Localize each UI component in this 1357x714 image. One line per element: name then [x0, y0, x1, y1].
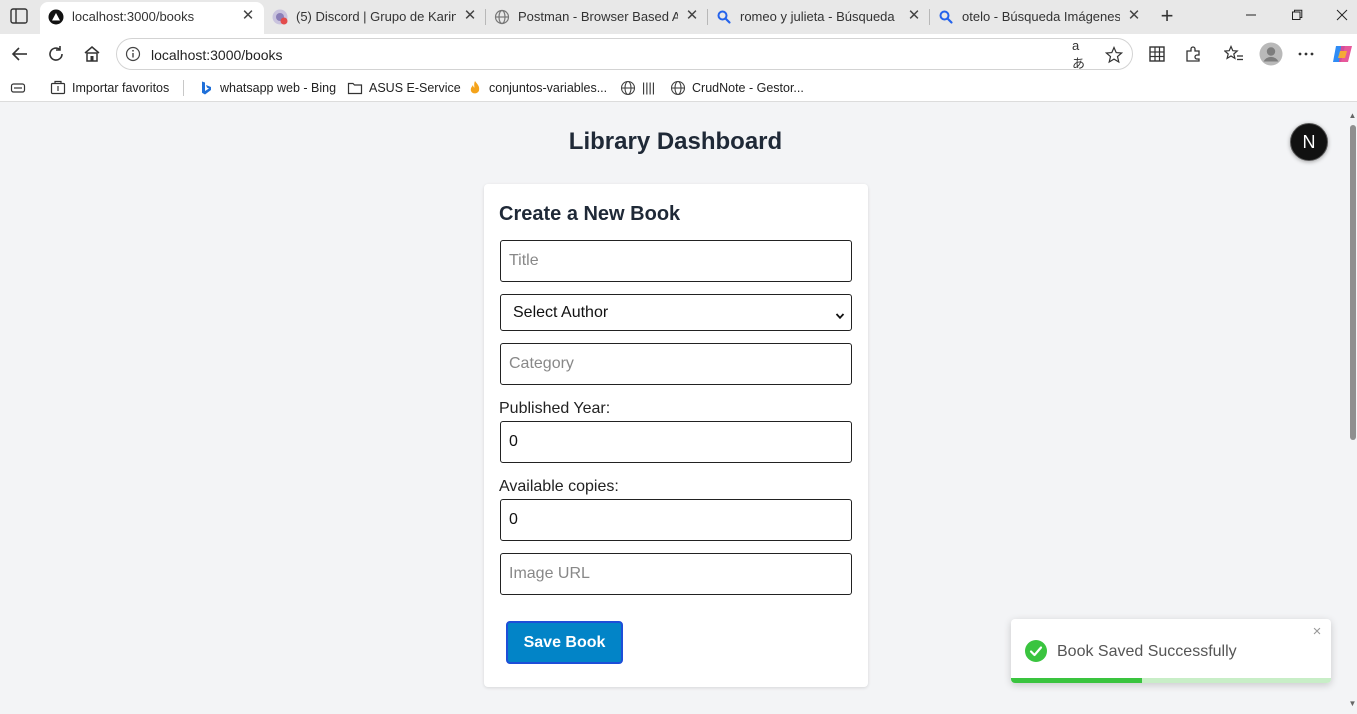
close-icon[interactable]: ✕ — [906, 8, 922, 24]
flame-icon — [467, 80, 483, 96]
bookmark-separator — [183, 80, 184, 96]
bookmark-label: conjuntos-variables... — [489, 81, 608, 95]
nextjs-dev-indicator[interactable]: N — [1290, 123, 1328, 161]
bookmarks-bar: Importar favoritos whatsapp web - Bing A… — [0, 74, 1357, 102]
back-arrow-icon[interactable] — [10, 44, 30, 64]
bing-search-icon — [716, 9, 732, 25]
published-year-label: Published Year: — [499, 400, 611, 417]
more-options-icon[interactable] — [1296, 44, 1316, 64]
bookmark-label: CrudNote - Gestor... — [692, 81, 804, 95]
import-icon — [50, 80, 66, 96]
form-heading: Create a New Book — [499, 203, 681, 225]
available-copies-label: Available copies: — [499, 478, 619, 495]
tab-title: localhost:3000/books — [72, 9, 195, 24]
folder-icon — [347, 80, 363, 96]
scroll-down-icon[interactable]: ▼ — [1348, 700, 1357, 708]
discord-icon — [272, 9, 288, 25]
bookmark-label: whatsapp web - Bing — [220, 81, 337, 95]
scrollbar-thumb[interactable] — [1350, 125, 1356, 440]
chevron-down-icon — [835, 308, 845, 320]
favorite-star-icon[interactable] — [1105, 46, 1123, 64]
globe-icon — [620, 80, 636, 96]
author-select[interactable]: Select Author — [500, 294, 852, 331]
toast-message: Book Saved Successfully — [1057, 643, 1237, 660]
favorites-list-icon[interactable] — [1224, 44, 1244, 64]
globe-icon — [494, 9, 510, 25]
bing-icon — [198, 80, 214, 96]
url-text: localhost:3000/books — [151, 47, 283, 63]
site-info-icon[interactable] — [125, 46, 141, 62]
bookmark-label: |||| — [642, 81, 655, 95]
page-scrollbar[interactable]: ▲ ▼ — [1347, 103, 1357, 714]
success-toast: Book Saved Successfully × — [1011, 619, 1331, 683]
tab-title: (5) Discord | Grupo de Karina A — [296, 9, 456, 24]
close-icon[interactable]: × — [1311, 624, 1323, 639]
bookmark-label: ASUS E-Service — [369, 81, 461, 95]
tab-books[interactable]: localhost:3000/books ✕ — [40, 2, 264, 34]
create-book-card: Create a New Book Select Author Publishe… — [484, 184, 868, 687]
tab-title: otelo - Búsqueda Imágenes — [962, 9, 1120, 24]
extensions-puzzle-icon[interactable] — [1183, 44, 1203, 64]
category-input[interactable] — [500, 343, 852, 385]
tab-title: romeo y julieta - Búsqueda — [740, 9, 895, 24]
tab-bar: localhost:3000/books ✕ (5) Discord | Gru… — [0, 0, 1357, 34]
published-year-input[interactable] — [500, 421, 852, 463]
copilot-icon[interactable] — [1331, 42, 1355, 66]
bing-search-icon — [938, 9, 954, 25]
tab-title: Postman - Browser Based Auth — [518, 9, 678, 24]
browser-toolbar: localhost:3000/books aあ — [0, 34, 1357, 74]
save-book-button[interactable]: Save Book — [506, 621, 623, 664]
tab-romeo-search[interactable]: romeo y julieta - Búsqueda ✕ — [708, 2, 930, 32]
close-icon[interactable]: ✕ — [462, 8, 478, 24]
check-circle-icon — [1025, 640, 1047, 662]
new-tab-icon[interactable]: + — [1158, 5, 1176, 27]
profile-avatar-icon[interactable] — [1259, 42, 1283, 66]
scroll-up-icon[interactable]: ▲ — [1348, 112, 1357, 120]
image-url-input[interactable] — [500, 553, 852, 595]
bookmarks-toggle-icon[interactable] — [10, 79, 30, 97]
author-select-value: Select Author — [513, 304, 609, 321]
apps-grid-icon[interactable] — [1147, 44, 1167, 64]
close-icon[interactable]: ✕ — [684, 8, 700, 24]
address-bar[interactable]: localhost:3000/books aあ — [116, 38, 1133, 71]
tab-discord[interactable]: (5) Discord | Grupo de Karina A ✕ — [264, 2, 486, 32]
tab-otelo-search[interactable]: otelo - Búsqueda Imágenes ✕ — [930, 2, 1150, 32]
tab-postman[interactable]: Postman - Browser Based Auth ✕ — [486, 2, 708, 32]
title-input[interactable] — [500, 240, 852, 282]
home-icon[interactable] — [82, 44, 102, 64]
page-title: Library Dashboard — [568, 128, 783, 155]
bookmark-label: Importar favoritos — [72, 81, 170, 95]
close-icon[interactable]: ✕ — [240, 8, 256, 24]
available-copies-input[interactable] — [500, 499, 852, 541]
globe-icon — [670, 80, 686, 96]
read-aloud-icon[interactable]: aあ — [1072, 38, 1090, 71]
toast-progress-bar — [1011, 678, 1143, 683]
reload-icon[interactable] — [46, 44, 66, 64]
window-close-icon[interactable] — [1331, 6, 1353, 26]
restore-icon[interactable] — [1286, 6, 1308, 26]
close-icon[interactable]: ✕ — [1126, 8, 1142, 24]
tab-actions-icon[interactable] — [10, 8, 28, 24]
minimize-icon[interactable] — [1240, 6, 1262, 26]
nextjs-triangle-icon — [48, 9, 64, 25]
